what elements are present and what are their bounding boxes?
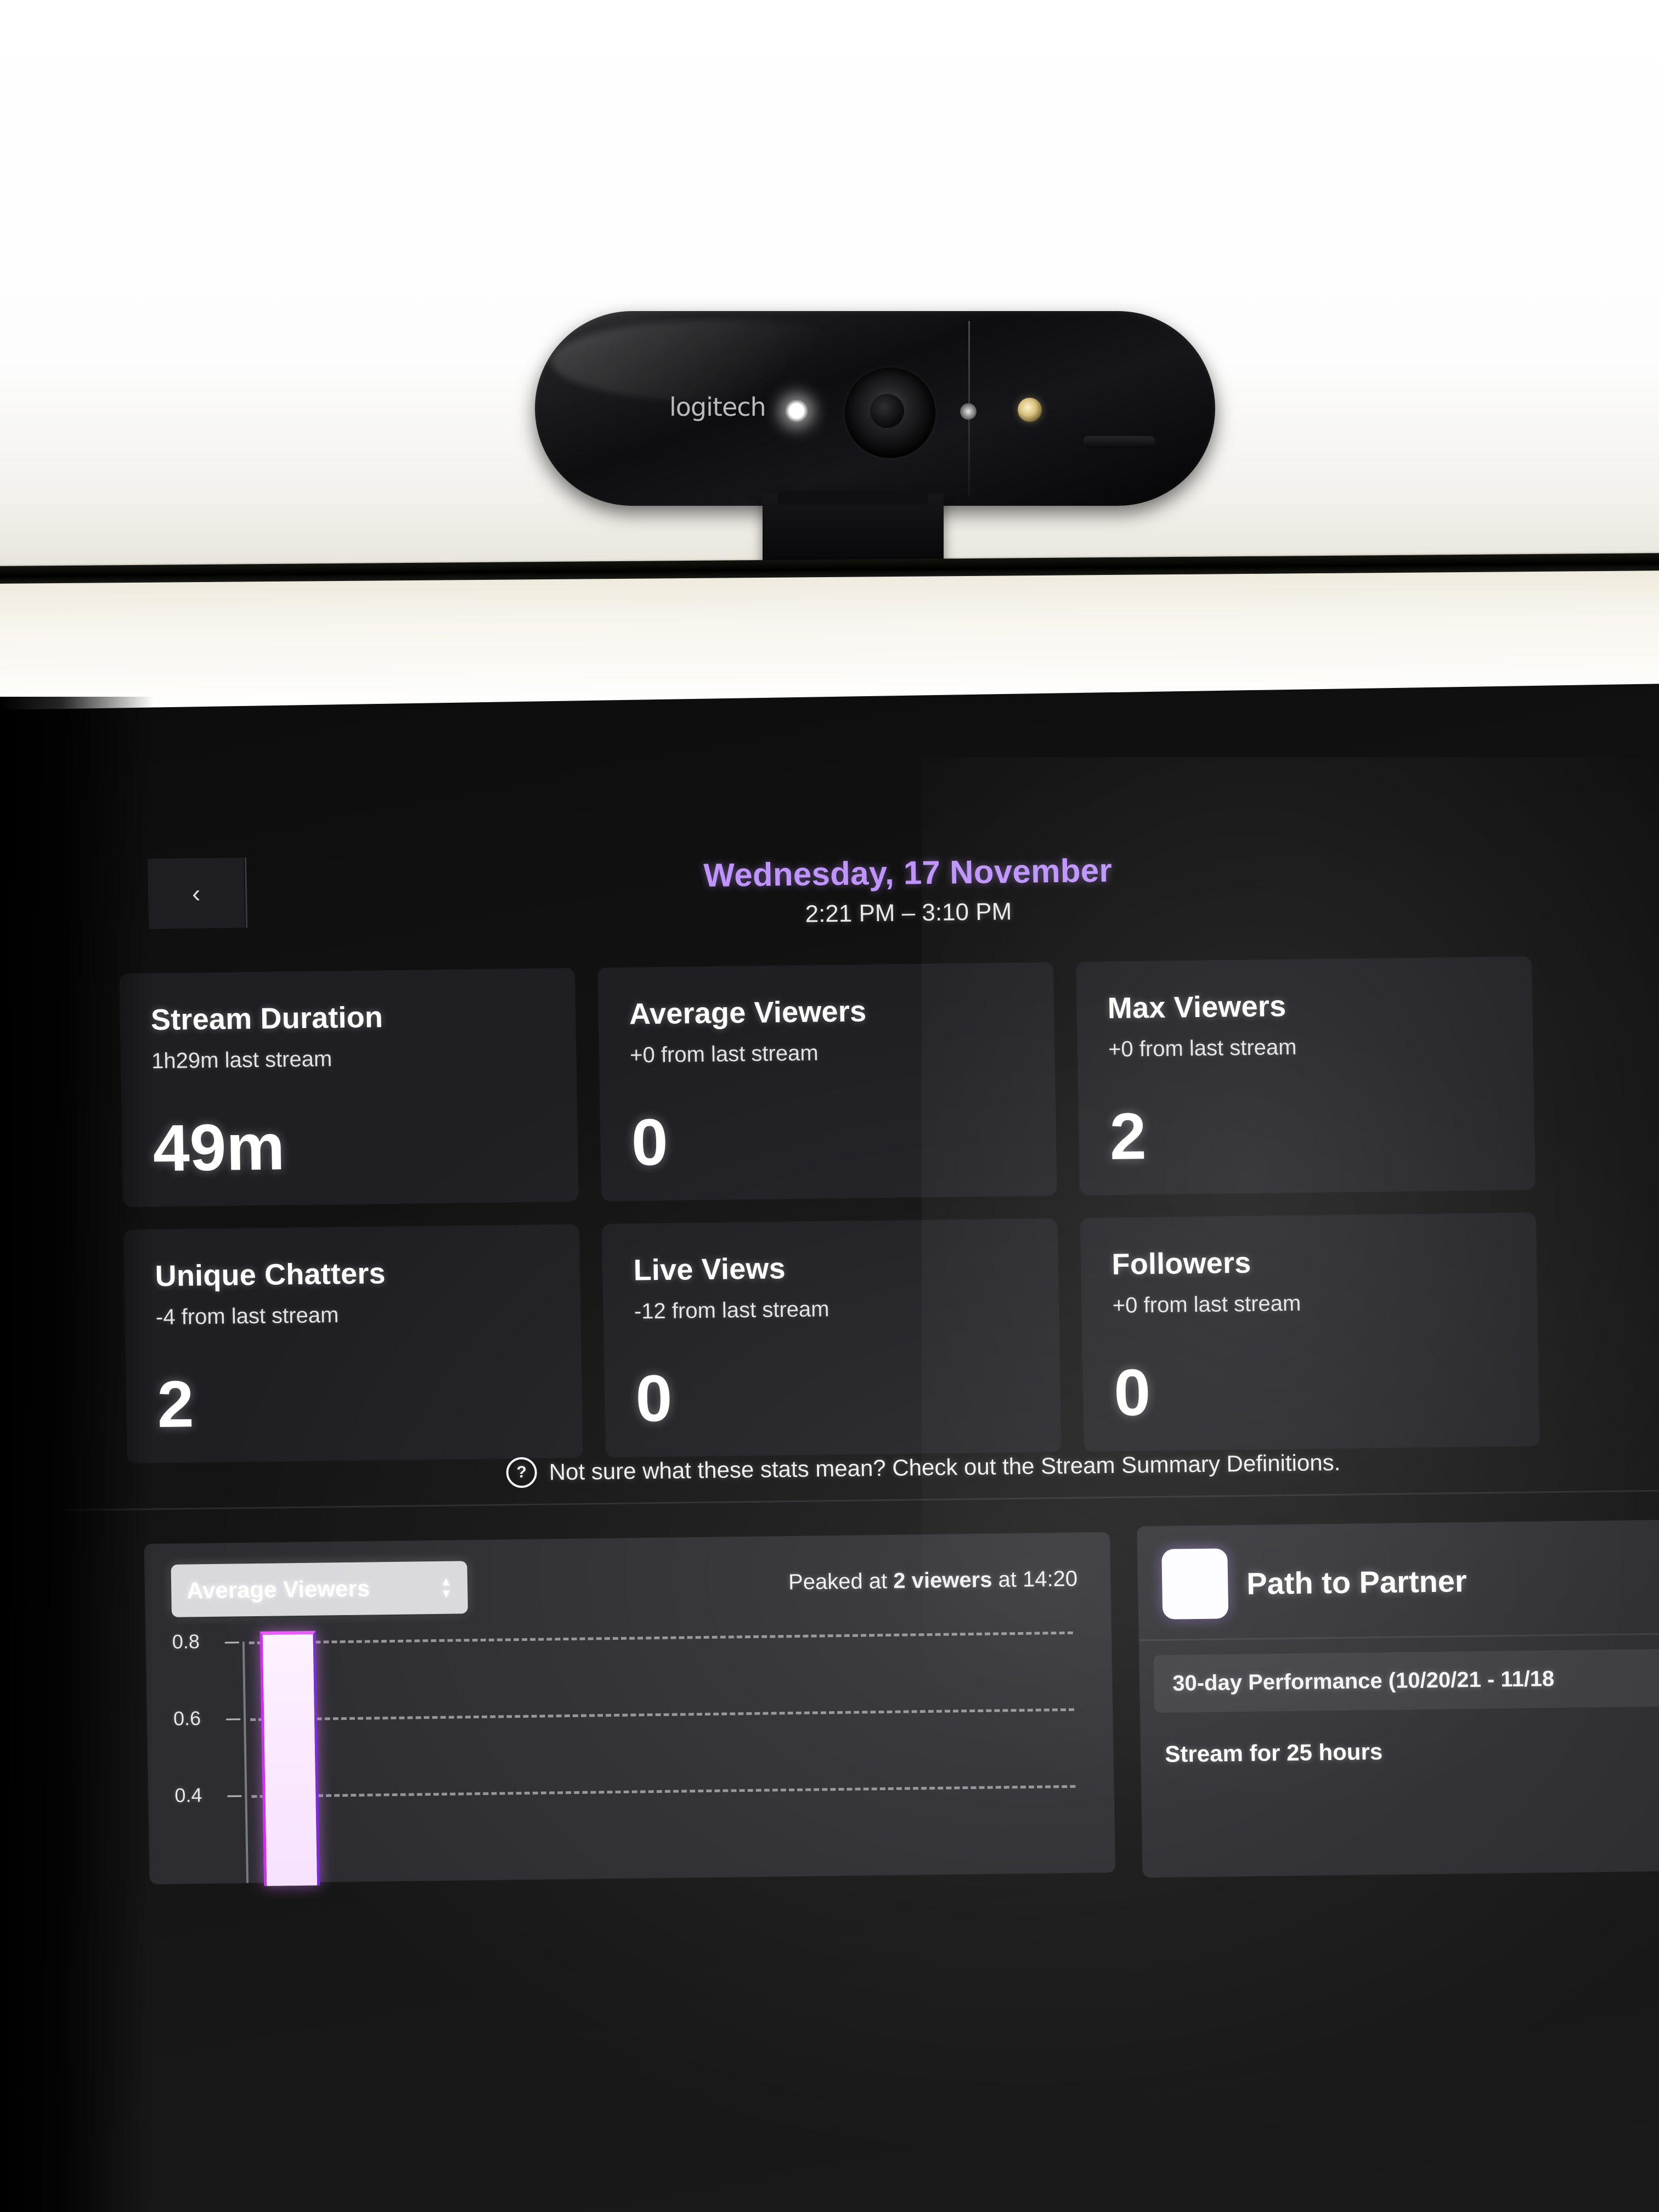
stat-card-unique-chatters[interactable]: Unique Chatters -4 from last stream 2 bbox=[123, 1224, 583, 1463]
webcam-led-icon bbox=[785, 399, 809, 423]
photo-scene: logitech ‹ Wednesday, 17 November 2:21 P… bbox=[0, 0, 1659, 2212]
webcam-vent bbox=[1084, 436, 1155, 448]
metric-select[interactable]: Average Viewers ▲ ▼ bbox=[171, 1561, 468, 1617]
stat-delta: -12 from last stream bbox=[634, 1297, 830, 1324]
webcam-ir-sensor-icon bbox=[960, 403, 977, 420]
stat-title: Stream Duration bbox=[150, 1001, 383, 1037]
stat-delta: -4 from last stream bbox=[155, 1303, 339, 1330]
stat-value: 2 bbox=[1109, 1099, 1147, 1173]
path-to-partner-header: Path to Partner bbox=[1137, 1519, 1659, 1639]
stat-value: 0 bbox=[635, 1361, 673, 1436]
monitor-bezel-text bbox=[258, 674, 642, 699]
stat-card-followers[interactable]: Followers +0 from last stream 0 bbox=[1080, 1212, 1540, 1452]
stat-title: Max Viewers bbox=[1107, 989, 1286, 1025]
stat-title: Unique Chatters bbox=[155, 1257, 386, 1293]
chart-ytick-label: 0.4 bbox=[174, 1784, 202, 1807]
stat-card-max-viewers[interactable]: Max Viewers +0 from last stream 2 bbox=[1076, 956, 1536, 1195]
performance-period: 30-day Performance (10/20/21 - 11/18 bbox=[1153, 1648, 1659, 1713]
stat-title: Average Viewers bbox=[629, 995, 867, 1031]
stat-card-average-viewers[interactable]: Average Viewers +0 from last stream 0 bbox=[597, 962, 1057, 1201]
chart-ytick-label: 0.6 bbox=[173, 1707, 201, 1730]
stat-value: 49m bbox=[152, 1110, 286, 1186]
stat-delta: +0 from last stream bbox=[629, 1041, 819, 1068]
stat-card-live-views[interactable]: Live Views -12 from last stream 0 bbox=[602, 1218, 1062, 1458]
peak-annotation: Peaked at 2 viewers at 14:20 bbox=[788, 1567, 1078, 1595]
stat-delta: +0 from last stream bbox=[1108, 1035, 1297, 1062]
viewers-chart-panel: Average Viewers ▲ ▼ Peaked at 2 viewers a… bbox=[144, 1532, 1115, 1886]
chevron-updown-icon: ▲ ▼ bbox=[440, 1575, 453, 1600]
peak-suffix: at 14:20 bbox=[992, 1566, 1078, 1592]
stat-title: Followers bbox=[1111, 1246, 1251, 1281]
chart-ytick-mark bbox=[224, 1641, 239, 1644]
session-header: Wednesday, 17 November 2:21 PM – 3:10 PM bbox=[117, 844, 1659, 936]
dashboard-topbar: ‹ Wednesday, 17 November 2:21 PM – 3:10 … bbox=[117, 837, 1659, 966]
section-divider bbox=[62, 1489, 1659, 1511]
stat-title: Live Views bbox=[633, 1252, 786, 1287]
chart-ytick-label: 0.8 bbox=[172, 1630, 200, 1653]
stat-value: 2 bbox=[156, 1367, 195, 1442]
partner-goal-item: Stream for 25 hours bbox=[1165, 1738, 1383, 1767]
chart-ytick-mark bbox=[226, 1718, 241, 1720]
chart-plot-area: 0.8 0.6 0.4 bbox=[172, 1630, 1093, 1886]
webcam-ir-emitter-icon bbox=[1018, 398, 1042, 422]
stat-card-stream-duration[interactable]: Stream Duration 1h29m last stream 49m bbox=[119, 968, 579, 1207]
chart-gridline bbox=[250, 1708, 1075, 1722]
chart-ytick-mark bbox=[227, 1795, 242, 1797]
chart-bar[interactable] bbox=[259, 1630, 320, 1886]
stats-grid: Stream Duration 1h29m last stream 49m Av… bbox=[119, 956, 1609, 1463]
peak-value: 2 viewers bbox=[893, 1567, 992, 1593]
peak-prefix: Peaked at bbox=[788, 1568, 894, 1595]
stat-delta: +0 from last stream bbox=[1112, 1291, 1301, 1318]
stat-value: 0 bbox=[1113, 1356, 1152, 1430]
logitech-webcam: logitech bbox=[535, 311, 1215, 506]
stat-delta: 1h29m last stream bbox=[151, 1047, 332, 1074]
chart-y-axis bbox=[242, 1641, 249, 1883]
stat-value: 0 bbox=[630, 1105, 669, 1180]
logitech-logo: logitech bbox=[669, 392, 766, 422]
stream-summary-dashboard: ‹ Wednesday, 17 November 2:21 PM – 3:10 … bbox=[62, 837, 1659, 2212]
chart-gridline bbox=[249, 1631, 1073, 1645]
path-to-partner-title: Path to Partner bbox=[1246, 1563, 1468, 1601]
path-to-partner-panel: Path to Partner 30-day Performance (10/2… bbox=[1137, 1519, 1659, 1878]
partner-badge-icon bbox=[1161, 1548, 1229, 1620]
webcam-gloss bbox=[551, 320, 891, 402]
question-circle-icon: ? bbox=[506, 1457, 538, 1488]
metric-select-label: Average Viewers bbox=[186, 1575, 370, 1604]
webcam-lens-icon bbox=[845, 368, 935, 458]
chart-gridline bbox=[251, 1785, 1076, 1798]
